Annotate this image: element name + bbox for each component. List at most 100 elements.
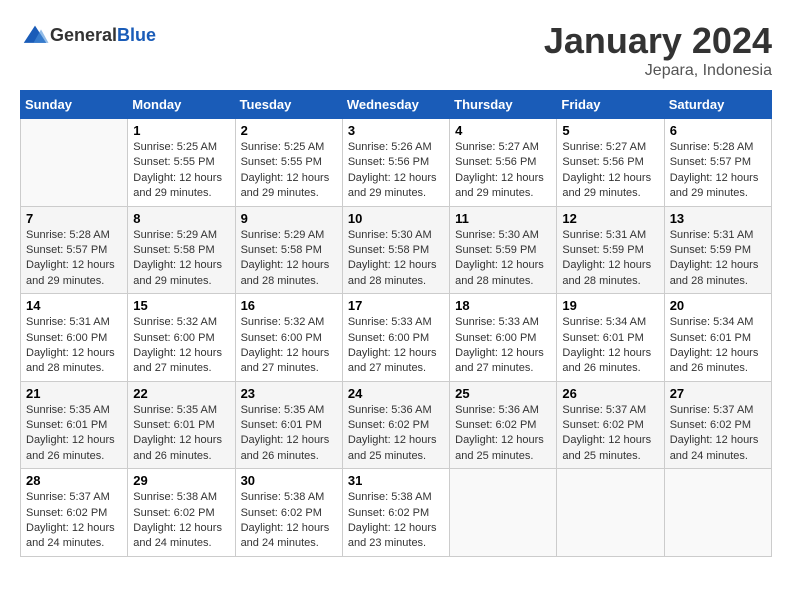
logo-icon	[20, 20, 50, 50]
calendar-cell: 8 Sunrise: 5:29 AM Sunset: 5:58 PM Daylig…	[128, 206, 235, 294]
day-info: Sunrise: 5:33 AM Sunset: 6:00 PM Dayligh…	[348, 315, 444, 377]
week-row-1: 1 Sunrise: 5:25 AM Sunset: 5:55 PM Daylig…	[21, 119, 772, 207]
day-number: 27	[670, 386, 766, 401]
calendar-cell: 27Sunrise: 5:37 AM Sunset: 6:02 PM Dayli…	[664, 381, 771, 469]
day-number: 16	[241, 298, 337, 313]
day-info: Sunrise: 5:35 AM Sunset: 6:01 PM Dayligh…	[241, 403, 337, 465]
day-number: 8	[133, 211, 229, 226]
calendar-cell: 5Sunrise: 5:27 AM Sunset: 5:56 PM Daylig…	[557, 119, 664, 207]
calendar-cell: 15 Sunrise: 5:32 AM Sunset: 6:00 PM Dayli…	[128, 294, 235, 382]
week-row-5: 28 Sunrise: 5:37 AM Sunset: 6:02 PM Dayli…	[21, 469, 772, 557]
day-info: Sunrise: 5:38 AM Sunset: 6:02 PM Dayligh…	[133, 490, 229, 552]
day-number: 14	[26, 298, 122, 313]
day-info: Sunrise: 5:25 AM Sunset: 5:55 PM Dayligh…	[133, 140, 229, 202]
day-info: Sunrise: 5:30 AM Sunset: 5:58 PM Dayligh…	[348, 228, 444, 290]
calendar-cell: 12 Sunrise: 5:31 AM Sunset: 5:59 PM Dayli…	[557, 206, 664, 294]
day-info: Sunrise: 5:38 AM Sunset: 6:02 PM Dayligh…	[241, 490, 337, 552]
title-area: January 2024 Jepara, Indonesia	[544, 20, 772, 80]
calendar-cell	[557, 469, 664, 557]
day-info: Sunrise: 5:25 AM Sunset: 5:55 PM Dayligh…	[241, 140, 337, 202]
day-number: 1	[133, 123, 229, 138]
day-number: 12	[562, 211, 658, 226]
day-info: Sunrise: 5:30 AM Sunset: 5:59 PM Dayligh…	[455, 228, 551, 290]
day-info: Sunrise: 5:34 AM Sunset: 6:01 PM Dayligh…	[562, 315, 658, 377]
day-number: 26	[562, 386, 658, 401]
day-number: 2	[241, 123, 337, 138]
col-monday: Monday	[128, 91, 235, 119]
day-number: 15	[133, 298, 229, 313]
header: GeneralBlue January 2024 Jepara, Indones…	[20, 20, 772, 80]
header-row: Sunday Monday Tuesday Wednesday Thursday…	[21, 91, 772, 119]
day-info: Sunrise: 5:31 AM Sunset: 5:59 PM Dayligh…	[562, 228, 658, 290]
calendar-cell: 1 Sunrise: 5:25 AM Sunset: 5:55 PM Daylig…	[128, 119, 235, 207]
col-tuesday: Tuesday	[235, 91, 342, 119]
day-number: 6	[670, 123, 766, 138]
day-info: Sunrise: 5:32 AM Sunset: 6:00 PM Dayligh…	[133, 315, 229, 377]
day-info: Sunrise: 5:37 AM Sunset: 6:02 PM Dayligh…	[26, 490, 122, 552]
calendar-cell: 22 Sunrise: 5:35 AM Sunset: 6:01 PM Dayli…	[128, 381, 235, 469]
day-number: 24	[348, 386, 444, 401]
calendar-cell: 18 Sunrise: 5:33 AM Sunset: 6:00 PM Dayli…	[450, 294, 557, 382]
logo-text-blue: Blue	[117, 25, 156, 46]
day-info: Sunrise: 5:28 AM Sunset: 5:57 PM Dayligh…	[26, 228, 122, 290]
calendar-cell: 23 Sunrise: 5:35 AM Sunset: 6:01 PM Dayli…	[235, 381, 342, 469]
day-number: 22	[133, 386, 229, 401]
day-number: 30	[241, 473, 337, 488]
calendar-cell: 13Sunrise: 5:31 AM Sunset: 5:59 PM Dayli…	[664, 206, 771, 294]
calendar-table: Sunday Monday Tuesday Wednesday Thursday…	[20, 90, 772, 557]
day-info: Sunrise: 5:32 AM Sunset: 6:00 PM Dayligh…	[241, 315, 337, 377]
calendar-cell: 25 Sunrise: 5:36 AM Sunset: 6:02 PM Dayli…	[450, 381, 557, 469]
calendar-cell: 16 Sunrise: 5:32 AM Sunset: 6:00 PM Dayli…	[235, 294, 342, 382]
col-sunday: Sunday	[21, 91, 128, 119]
day-info: Sunrise: 5:34 AM Sunset: 6:01 PM Dayligh…	[670, 315, 766, 377]
calendar-cell: 6 Sunrise: 5:28 AM Sunset: 5:57 PM Daylig…	[664, 119, 771, 207]
month-title: January 2024	[544, 20, 772, 62]
calendar-cell: 21Sunrise: 5:35 AM Sunset: 6:01 PM Dayli…	[21, 381, 128, 469]
col-wednesday: Wednesday	[342, 91, 449, 119]
day-number: 18	[455, 298, 551, 313]
day-number: 3	[348, 123, 444, 138]
logo-text-general: General	[50, 25, 117, 46]
day-info: Sunrise: 5:26 AM Sunset: 5:56 PM Dayligh…	[348, 140, 444, 202]
day-info: Sunrise: 5:29 AM Sunset: 5:58 PM Dayligh…	[133, 228, 229, 290]
day-info: Sunrise: 5:35 AM Sunset: 6:01 PM Dayligh…	[133, 403, 229, 465]
day-number: 25	[455, 386, 551, 401]
calendar-cell: 20 Sunrise: 5:34 AM Sunset: 6:01 PM Dayli…	[664, 294, 771, 382]
day-info: Sunrise: 5:31 AM Sunset: 6:00 PM Dayligh…	[26, 315, 122, 377]
location-title: Jepara, Indonesia	[544, 62, 772, 80]
day-info: Sunrise: 5:28 AM Sunset: 5:57 PM Dayligh…	[670, 140, 766, 202]
calendar-cell: 9Sunrise: 5:29 AM Sunset: 5:58 PM Daylig…	[235, 206, 342, 294]
week-row-4: 21 Sunrise: 5:35 AM Sunset: 6:01 PM Dayli…	[21, 381, 772, 469]
logo: GeneralBlue	[20, 20, 156, 50]
day-info: Sunrise: 5:37 AM Sunset: 6:02 PM Dayligh…	[562, 403, 658, 465]
calendar-cell: 4Sunrise: 5:27 AM Sunset: 5:56 PM Daylig…	[450, 119, 557, 207]
day-number: 28	[26, 473, 122, 488]
day-number: 4	[455, 123, 551, 138]
day-info: Sunrise: 5:33 AM Sunset: 6:00 PM Dayligh…	[455, 315, 551, 377]
day-info: Sunrise: 5:36 AM Sunset: 6:02 PM Dayligh…	[455, 403, 551, 465]
calendar-cell	[664, 469, 771, 557]
calendar-cell	[450, 469, 557, 557]
calendar-cell: 2 Sunrise: 5:25 AM Sunset: 5:55 PM Daylig…	[235, 119, 342, 207]
week-row-3: 14 Sunrise: 5:31 AM Sunset: 6:00 PM Dayli…	[21, 294, 772, 382]
day-number: 21	[26, 386, 122, 401]
col-thursday: Thursday	[450, 91, 557, 119]
calendar-cell: 17Sunrise: 5:33 AM Sunset: 6:00 PM Dayli…	[342, 294, 449, 382]
day-number: 7	[26, 211, 122, 226]
day-number: 29	[133, 473, 229, 488]
calendar-cell: 29 Sunrise: 5:38 AM Sunset: 6:02 PM Dayli…	[128, 469, 235, 557]
day-info: Sunrise: 5:31 AM Sunset: 5:59 PM Dayligh…	[670, 228, 766, 290]
calendar-cell: 3 Sunrise: 5:26 AM Sunset: 5:56 PM Daylig…	[342, 119, 449, 207]
calendar-cell: 11Sunrise: 5:30 AM Sunset: 5:59 PM Dayli…	[450, 206, 557, 294]
day-info: Sunrise: 5:36 AM Sunset: 6:02 PM Dayligh…	[348, 403, 444, 465]
day-info: Sunrise: 5:29 AM Sunset: 5:58 PM Dayligh…	[241, 228, 337, 290]
day-number: 23	[241, 386, 337, 401]
week-row-2: 7 Sunrise: 5:28 AM Sunset: 5:57 PM Daylig…	[21, 206, 772, 294]
calendar-cell: 31Sunrise: 5:38 AM Sunset: 6:02 PM Dayli…	[342, 469, 449, 557]
day-number: 19	[562, 298, 658, 313]
calendar-cell: 28 Sunrise: 5:37 AM Sunset: 6:02 PM Dayli…	[21, 469, 128, 557]
calendar-cell: 24 Sunrise: 5:36 AM Sunset: 6:02 PM Dayli…	[342, 381, 449, 469]
calendar-cell: 26 Sunrise: 5:37 AM Sunset: 6:02 PM Dayli…	[557, 381, 664, 469]
day-number: 20	[670, 298, 766, 313]
calendar-cell: 19 Sunrise: 5:34 AM Sunset: 6:01 PM Dayli…	[557, 294, 664, 382]
